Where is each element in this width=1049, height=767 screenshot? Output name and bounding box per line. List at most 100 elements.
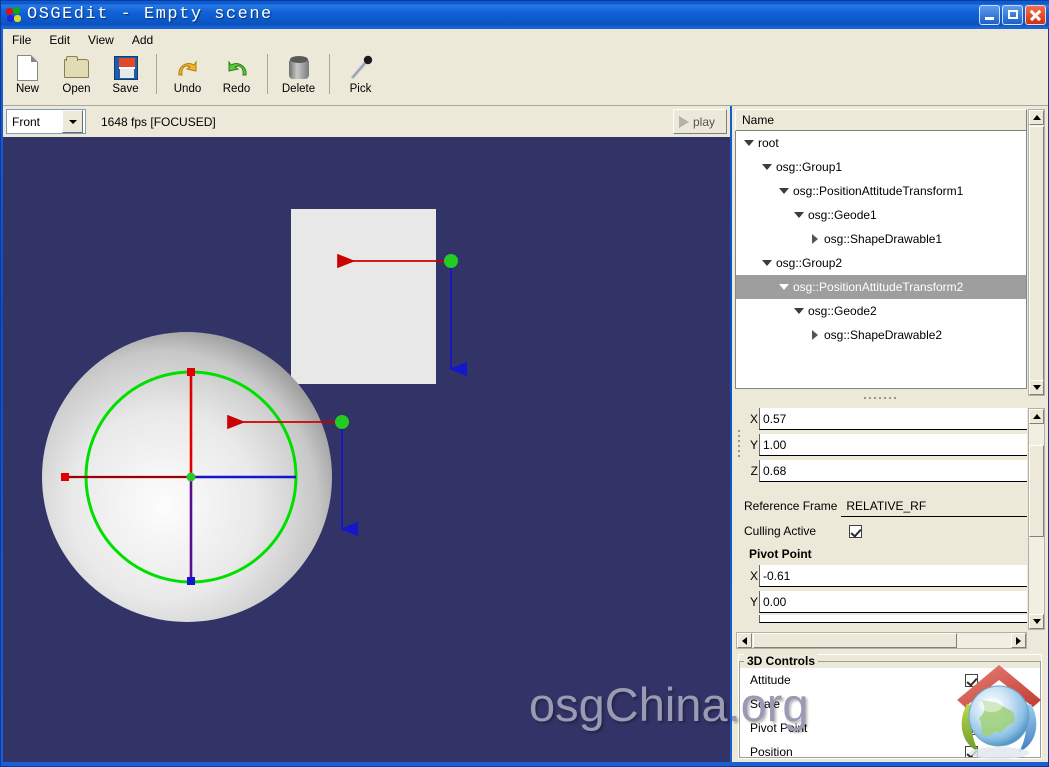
pivot-y-row: Y 0.00: [744, 589, 1027, 615]
tree-node-root[interactable]: root: [736, 131, 1026, 155]
tree-node-shapedrawable2[interactable]: osg::ShapeDrawable2: [736, 323, 1026, 347]
osgchina-globe-logo: [953, 660, 1045, 760]
pick-button-label: Pick: [349, 83, 372, 95]
play-button-label: play: [693, 114, 716, 129]
scroll-down-button[interactable]: [1029, 614, 1044, 629]
tree-node-label: osg::Geode1: [808, 208, 877, 222]
pivot-z-input[interactable]: [759, 615, 1027, 623]
minimize-button[interactable]: [979, 4, 1000, 25]
control-label: Position: [750, 745, 793, 757]
position-z-row: Z 0.68: [744, 458, 1027, 484]
view-selector-value: Front: [12, 114, 41, 129]
tree-node-positionattitudetransform2[interactable]: osg::PositionAttitudeTransform2: [736, 275, 1026, 299]
redo-button[interactable]: Redo: [212, 50, 261, 102]
control-label: Pivot Point: [750, 721, 808, 735]
reference-frame-value[interactable]: RELATIVE_RF: [841, 495, 1027, 517]
expander-right-icon[interactable]: [808, 328, 822, 342]
culling-active-label: Culling Active: [744, 524, 817, 538]
scrollbar-thumb[interactable]: [1029, 126, 1044, 381]
tree-column-header[interactable]: Name: [735, 109, 1027, 131]
scroll-down-button[interactable]: [1029, 380, 1044, 395]
tree-node-group1[interactable]: osg::Group1: [736, 155, 1026, 179]
box-drag-handle-dot: [444, 254, 458, 268]
tree-node-positionattitudetransform1[interactable]: osg::PositionAttitudeTransform1: [736, 179, 1026, 203]
chevron-down-icon[interactable]: [62, 110, 83, 133]
pick-button[interactable]: Pick: [336, 50, 385, 102]
expander-down-icon[interactable]: [760, 160, 774, 174]
scroll-right-button[interactable]: [1011, 633, 1026, 648]
application-window: OSGEdit - Empty scene File Edit View Add…: [0, 0, 1049, 767]
save-button[interactable]: Save: [101, 50, 150, 102]
control-label: Scale: [750, 697, 781, 711]
tree-node-label: osg::Group2: [776, 256, 843, 270]
pivot-z-row-clipped: [744, 615, 1027, 623]
position-z-input[interactable]: 0.68: [759, 460, 1027, 482]
tree-node-label: osg::ShapeDrawable1: [824, 232, 943, 246]
open-button[interactable]: Open: [52, 50, 101, 102]
sphere-drag-handle-dot: [335, 415, 349, 429]
pivot-point-title: Pivot Point: [749, 547, 812, 561]
delete-button-label: Delete: [281, 83, 316, 95]
delete-button[interactable]: Delete: [274, 50, 323, 102]
culling-active-checkbox[interactable]: [849, 524, 862, 538]
properties-horizontal-scrollbar[interactable]: [736, 632, 1027, 649]
menu-bar: File Edit View Add: [3, 29, 1048, 51]
new-button[interactable]: New: [3, 50, 52, 102]
tree-node-label: osg::Group1: [776, 160, 843, 174]
tree-node-shapedrawable1[interactable]: osg::ShapeDrawable1: [736, 227, 1026, 251]
play-button[interactable]: play: [673, 109, 727, 134]
menu-item-file[interactable]: File: [3, 31, 40, 49]
expander-down-icon[interactable]: [792, 208, 806, 222]
redo-arrow-icon: [223, 54, 251, 82]
scroll-left-button[interactable]: [737, 633, 752, 648]
properties-fields: X 0.57 Y 1.00 Z 0.68 Reference Frame REL…: [744, 406, 1027, 628]
tree-node-label: osg::ShapeDrawable2: [824, 328, 943, 342]
save-button-label: Save: [112, 83, 139, 95]
tree-properties-splitter[interactable]: [732, 393, 1028, 402]
position-y-row: Y 1.00: [744, 432, 1027, 458]
properties-left-splitter[interactable]: [734, 418, 743, 468]
floppy-disk-icon: [112, 54, 140, 82]
undo-button[interactable]: Undo: [163, 50, 212, 102]
expander-down-icon[interactable]: [777, 184, 791, 198]
scrollbar-thumb[interactable]: [1029, 445, 1044, 537]
position-y-label: Y: [749, 438, 758, 452]
title-bar: OSGEdit - Empty scene: [1, 1, 1049, 28]
position-x-input[interactable]: 0.57: [759, 408, 1027, 430]
tree-column-header-label: Name: [742, 113, 775, 127]
menu-item-view[interactable]: View: [79, 31, 123, 49]
menu-item-edit[interactable]: Edit: [40, 31, 79, 49]
scroll-up-button[interactable]: [1029, 409, 1044, 424]
scene-tree[interactable]: root osg::Group1 osg::PositionAttitudeTr…: [735, 131, 1027, 389]
new-document-icon: [14, 54, 42, 82]
open-folder-icon: [63, 54, 91, 82]
maximize-button[interactable]: [1002, 4, 1023, 25]
tree-vertical-scrollbar[interactable]: [1028, 109, 1045, 396]
tree-node-group2[interactable]: osg::Group2: [736, 251, 1026, 275]
close-button[interactable]: [1025, 4, 1046, 25]
expander-down-icon[interactable]: [742, 136, 756, 150]
position-y-input[interactable]: 1.00: [759, 434, 1027, 456]
toolbar-separator: [267, 54, 268, 94]
view-selector[interactable]: Front: [6, 109, 86, 134]
expander-down-icon[interactable]: [760, 256, 774, 270]
position-z-label: Z: [750, 464, 758, 478]
expander-down-icon[interactable]: [777, 280, 791, 294]
gizmo-handle-z-neg: [187, 577, 195, 585]
scrollbar-thumb[interactable]: [753, 633, 957, 648]
expander-right-icon[interactable]: [808, 232, 822, 246]
pivot-y-input[interactable]: 0.00: [759, 591, 1027, 613]
redo-button-label: Redo: [222, 83, 251, 95]
properties-vertical-scrollbar[interactable]: [1028, 408, 1045, 630]
scroll-up-button[interactable]: [1029, 110, 1044, 125]
tree-node-geode1[interactable]: osg::Geode1: [736, 203, 1026, 227]
expander-down-icon[interactable]: [792, 304, 806, 318]
pivot-x-input[interactable]: -0.61: [759, 565, 1027, 587]
gizmo-center-handle: [186, 472, 196, 482]
menu-item-add[interactable]: Add: [123, 31, 162, 49]
new-button-label: New: [15, 83, 39, 95]
gizmo-handle-z-pos: [187, 368, 195, 376]
gizmo-handle-x-neg: [61, 473, 69, 481]
tree-node-geode2[interactable]: osg::Geode2: [736, 299, 1026, 323]
3d-viewport[interactable]: [3, 137, 730, 762]
